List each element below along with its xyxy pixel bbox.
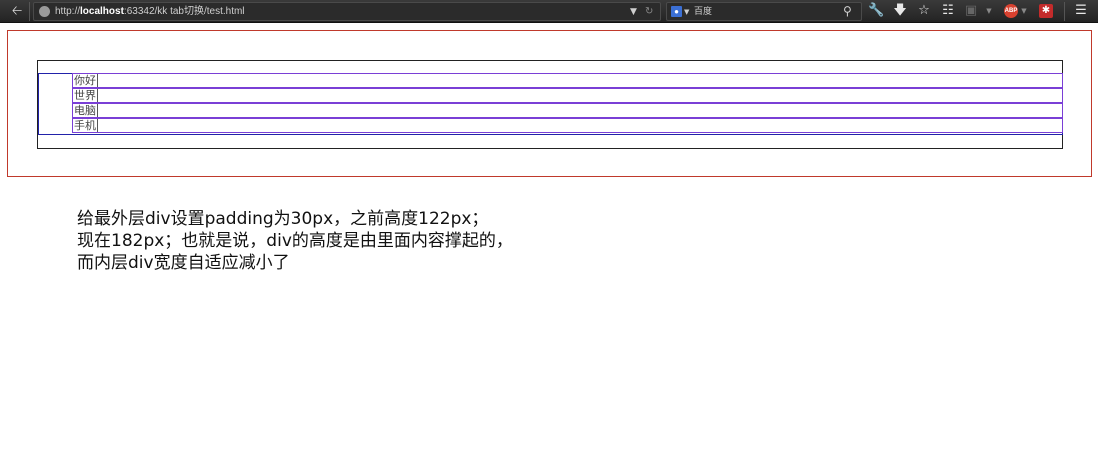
explanation-text: 给最外层div设置padding为30px，之前高度122px； 现在182px… bbox=[77, 208, 513, 274]
adblock-icon[interactable]: ABP bbox=[1004, 4, 1018, 18]
tab-list: 你好 世界 电脑 手机 bbox=[38, 73, 1063, 135]
list-item-label[interactable]: 手机 bbox=[73, 119, 98, 132]
search-icon[interactable]: ⚲ bbox=[843, 4, 852, 19]
back-arrow-icon[interactable]: 🡠 bbox=[9, 4, 25, 19]
reload-icon[interactable]: ↻ bbox=[645, 5, 653, 19]
search-engine-name: 百度 bbox=[694, 7, 713, 17]
wrench-icon[interactable]: 🔧 bbox=[868, 3, 884, 19]
note-line: 给最外层div设置padding为30px，之前高度122px； bbox=[77, 209, 489, 229]
note-line: 现在182px；也就是说，div的高度是由里面内容撑起的， bbox=[77, 231, 513, 251]
note-line: 而内层div宽度自适应减小了 bbox=[77, 253, 290, 273]
browser-toolbar: 🡠 http://localhost:63342/kk tab切换/test.h… bbox=[0, 0, 1098, 23]
search-engine-dropdown-icon[interactable]: ▼ bbox=[684, 5, 689, 19]
adblock-dropdown-icon[interactable]: ▼ bbox=[1020, 3, 1028, 19]
extension-asterisk-icon[interactable]: ✱ bbox=[1039, 4, 1053, 18]
list-item: 世界 bbox=[72, 88, 1063, 103]
screenshot-icon[interactable]: ▣ bbox=[964, 3, 978, 19]
url-bar[interactable]: http://localhost:63342/kk tab切换/test.htm… bbox=[33, 2, 661, 21]
toolbar-separator bbox=[1064, 2, 1065, 21]
middle-div-box: 你好 世界 电脑 手机 bbox=[37, 60, 1063, 149]
url-text[interactable]: http://localhost:63342/kk tab切换/test.htm… bbox=[55, 5, 245, 19]
outer-div-box: 你好 世界 电脑 手机 bbox=[7, 30, 1092, 177]
hamburger-menu-icon[interactable]: ☰ bbox=[1073, 3, 1089, 19]
bookmarks-menu-icon[interactable]: ☷ bbox=[940, 3, 956, 19]
baidu-paw-icon[interactable]: ● bbox=[671, 6, 682, 17]
toolbar-separator bbox=[29, 2, 30, 21]
list-item: 电脑 bbox=[72, 103, 1063, 118]
list-item: 手机 bbox=[72, 118, 1063, 133]
search-bar[interactable]: ● ▼ 百度 ⚲ bbox=[666, 2, 862, 21]
list-item-label[interactable]: 电脑 bbox=[73, 104, 98, 117]
dropdown-arrow-icon[interactable]: ▼ bbox=[985, 3, 993, 19]
list-item-label[interactable]: 你好 bbox=[73, 74, 98, 87]
list-item: 你好 bbox=[72, 73, 1063, 88]
bookmark-star-icon[interactable]: ☆ bbox=[916, 3, 932, 19]
download-arrow-icon[interactable]: 🡇 bbox=[892, 3, 908, 19]
globe-icon bbox=[39, 6, 50, 17]
url-history-dropdown-icon[interactable]: ▼ bbox=[630, 5, 637, 19]
list-item-label[interactable]: 世界 bbox=[73, 89, 98, 102]
